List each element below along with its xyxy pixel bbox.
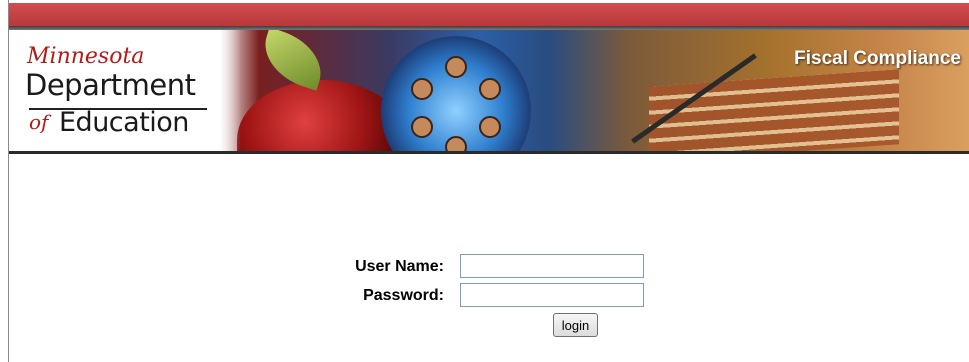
student-face [479, 116, 501, 138]
password-label: Password: [363, 287, 444, 304]
logo-department-text: Department [25, 68, 196, 102]
student-face [445, 136, 467, 151]
students-photo [381, 36, 531, 151]
logo-state-script: Minnesota [27, 44, 145, 69]
student-face [411, 78, 433, 100]
header-banner: Minnesota Department of Education Fiscal… [9, 30, 969, 151]
student-face [411, 116, 433, 138]
mde-logo: Minnesota Department of Education [9, 30, 241, 151]
banner-divider [9, 151, 969, 154]
username-input[interactable] [460, 254, 644, 278]
leaf-icon [255, 30, 331, 91]
password-input[interactable] [460, 283, 644, 307]
student-face [479, 78, 501, 100]
student-face [445, 56, 467, 78]
books-photo [649, 69, 899, 151]
logo-education-text: Education [59, 107, 189, 138]
app-title: Fiscal Compliance [794, 48, 961, 69]
username-label: User Name: [355, 258, 444, 275]
login-button[interactable]: login [553, 313, 598, 337]
logo-of-text: of [29, 110, 49, 134]
top-bar [9, 0, 969, 26]
